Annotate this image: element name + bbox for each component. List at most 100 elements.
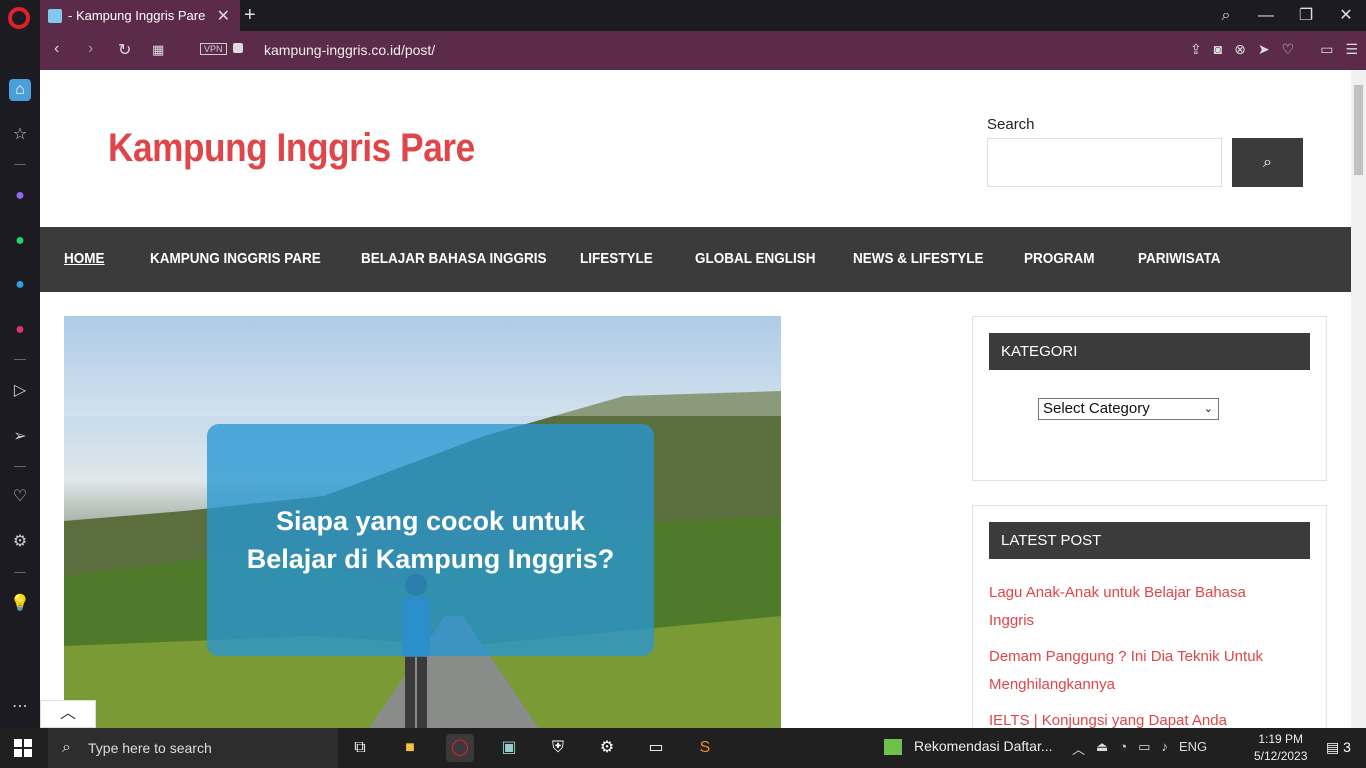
sidebar-divider	[14, 359, 26, 360]
forward-icon[interactable]: ›	[88, 40, 93, 58]
share-icon[interactable]: ⇪	[1190, 41, 1202, 58]
home-icon[interactable]: ⌂	[9, 79, 31, 101]
opera-taskbar-icon[interactable]: ◯	[446, 734, 474, 762]
vpn-badge[interactable]: VPN	[200, 43, 227, 55]
browser-tab-bar: - Kampung Inggris Pare ✕ + ⌕ — ❐ ✕	[0, 0, 1366, 31]
sidebar-divider	[14, 164, 26, 165]
latest-post-link[interactable]: Lagu Anak-Anak untuk Belajar Bahasa Ingg…	[989, 579, 1289, 635]
site-title[interactable]: Kampung Inggris Pare	[108, 126, 475, 171]
task-view-icon[interactable]: ⧉	[346, 734, 374, 762]
tab-title: - Kampung Inggris Pare	[68, 8, 206, 23]
nav-pariwisata[interactable]: PARIWISATA	[1138, 250, 1220, 267]
menu-icon[interactable]: ☰	[1345, 41, 1358, 58]
search-input[interactable]	[987, 138, 1222, 187]
notification-count: 3	[1343, 739, 1351, 755]
taskbar-notification[interactable]: Rekomendasi Daftar...	[884, 738, 1053, 756]
scrollbar-thumb[interactable]	[1354, 85, 1363, 175]
lock-icon[interactable]	[233, 43, 243, 53]
browser-tab[interactable]: - Kampung Inggris Pare ✕	[40, 0, 240, 31]
search-label: Search	[987, 116, 1035, 133]
restore-icon[interactable]: ❐	[1286, 0, 1326, 31]
category-select[interactable]: Select Category ⌄	[1038, 398, 1219, 420]
nav-belajar-bahasa-inggris[interactable]: BELAJAR BAHASA INGGRIS	[361, 250, 547, 267]
usb-icon[interactable]: ⏏	[1096, 739, 1108, 758]
pinboard-heart-icon[interactable]: ♡	[9, 486, 31, 508]
address-bar: ‹ › ↻ ▦ VPN kampung-inggris.co.id/post/ …	[40, 31, 1366, 70]
windows-start-icon[interactable]	[14, 739, 32, 757]
telegram-icon[interactable]: ●	[9, 274, 31, 296]
notification-app-icon	[884, 739, 902, 756]
snapshot-icon[interactable]: ◙	[1214, 41, 1222, 58]
volume-icon[interactable]: ♪	[1161, 739, 1168, 758]
taskbar-search-box[interactable]: ⌕ Type here to search	[48, 728, 338, 768]
reload-icon[interactable]: ↻	[118, 40, 131, 60]
send-icon[interactable]: ➤	[1258, 41, 1270, 58]
whatsapp-icon[interactable]: ●	[9, 230, 31, 252]
kategori-widget: KATEGORI Select Category ⌄	[972, 316, 1327, 481]
battery-icon[interactable]: ▭	[1138, 739, 1150, 758]
chevron-up-icon[interactable]: ︿	[1072, 739, 1085, 758]
terminal-icon[interactable]: ▭	[642, 734, 670, 762]
search-tabs-icon[interactable]: ⌕	[1206, 0, 1246, 31]
opera-sidebar: ⌂ ☆ ● ● ● ● ▷ ➢ ♡ ⚙ 💡 ⋯	[0, 31, 40, 728]
adblock-icon[interactable]: ⊗	[1234, 41, 1246, 58]
chevron-up-icon: ︿	[59, 705, 76, 722]
sublime-text-icon[interactable]: S	[691, 734, 719, 762]
page-scrollbar[interactable]	[1351, 70, 1366, 728]
file-explorer-icon[interactable]: ■	[396, 734, 424, 762]
search-button[interactable]: ⌕	[1232, 138, 1303, 187]
scroll-to-top-button[interactable]: ︿	[40, 700, 96, 728]
screen: - Kampung Inggris Pare ✕ + ⌕ — ❐ ✕ ‹ › ↻…	[0, 0, 1366, 768]
system-tray: ︿ ⏏ ◔ ▭ ♪ ENG	[1072, 739, 1207, 758]
minimize-icon[interactable]: —	[1246, 0, 1286, 31]
sidebar-divider	[14, 572, 26, 573]
latest-post-link[interactable]: Demam Panggung ? Ini Dia Teknik Untuk Me…	[989, 643, 1289, 699]
bookmarks-icon[interactable]: ☆	[9, 124, 31, 146]
nav-kampung-inggris-pare[interactable]: KAMPUNG INGGRIS PARE	[150, 250, 321, 267]
favicon-icon	[48, 8, 62, 23]
instagram-icon[interactable]: ●	[9, 319, 31, 341]
app-icon[interactable]: ▣	[495, 734, 523, 762]
tips-bulb-icon[interactable]: 💡	[9, 593, 31, 615]
latest-post-link[interactable]: IELTS | Konjungsi yang Dapat Anda	[989, 707, 1289, 728]
nav-global-english[interactable]: GLOBAL ENGLISH	[695, 250, 816, 267]
nav-news-lifestyle[interactable]: NEWS & LIFESTYLE	[853, 250, 984, 267]
heart-icon[interactable]: ♡	[1282, 41, 1295, 58]
back-icon[interactable]: ‹	[54, 40, 59, 58]
wifi-icon[interactable]: ◔	[1119, 739, 1127, 758]
new-tab-icon[interactable]: +	[244, 4, 256, 27]
chevron-down-icon: ⌄	[1203, 403, 1213, 415]
hero-caption-line: Belajar di Kampung Inggris?	[246, 544, 615, 574]
nav-home[interactable]: HOME	[64, 250, 105, 267]
nav-lifestyle[interactable]: LIFESTYLE	[580, 250, 653, 267]
taskbar-clock[interactable]: 1:19 PM 5/12/2023	[1254, 731, 1307, 765]
main-navigation: HOME KAMPUNG INGGRIS PARE BELAJAR BAHASA…	[40, 227, 1351, 292]
security-shield-icon[interactable]: ⛨	[544, 734, 572, 762]
speed-dial-icon[interactable]: ▦	[152, 42, 164, 58]
search-icon: ⌕	[62, 739, 71, 756]
clock-date: 5/12/2023	[1254, 749, 1308, 763]
hero-image[interactable]: Siapa yang cocok untuk Belajar di Kampun…	[64, 316, 781, 728]
url-field[interactable]: kampung-inggris.co.id/post/	[264, 42, 435, 58]
battery-icon[interactable]: ▭	[1320, 41, 1333, 58]
search-icon: ⌕	[1263, 154, 1272, 171]
hero-caption-line: Siapa yang cocok untuk	[275, 506, 586, 536]
settings-icon[interactable]: ⚙	[9, 531, 31, 553]
messenger-icon[interactable]: ●	[9, 185, 31, 207]
settings-icon[interactable]: ⚙	[593, 734, 621, 762]
widget-heading: KATEGORI	[989, 333, 1310, 370]
more-icon[interactable]: ⋯	[9, 696, 31, 718]
notification-center-icon[interactable]: ▤ 3	[1326, 739, 1351, 756]
close-tab-icon[interactable]: ✕	[217, 6, 230, 26]
player-icon[interactable]: ▷	[9, 380, 31, 402]
close-window-icon[interactable]: ✕	[1326, 0, 1366, 31]
notification-text: Rekomendasi Daftar...	[914, 738, 1053, 754]
opera-logo-icon[interactable]	[8, 7, 30, 29]
nav-program[interactable]: PROGRAM	[1024, 250, 1095, 267]
clock-time: 1:19 PM	[1258, 732, 1304, 746]
flow-icon[interactable]: ➢	[9, 426, 31, 448]
latest-post-widget: LATEST POST Lagu Anak-Anak untuk Belajar…	[972, 505, 1327, 728]
sidebar-divider	[14, 466, 26, 467]
language-indicator[interactable]: ENG	[1179, 739, 1207, 758]
taskbar-search-placeholder: Type here to search	[88, 740, 212, 756]
